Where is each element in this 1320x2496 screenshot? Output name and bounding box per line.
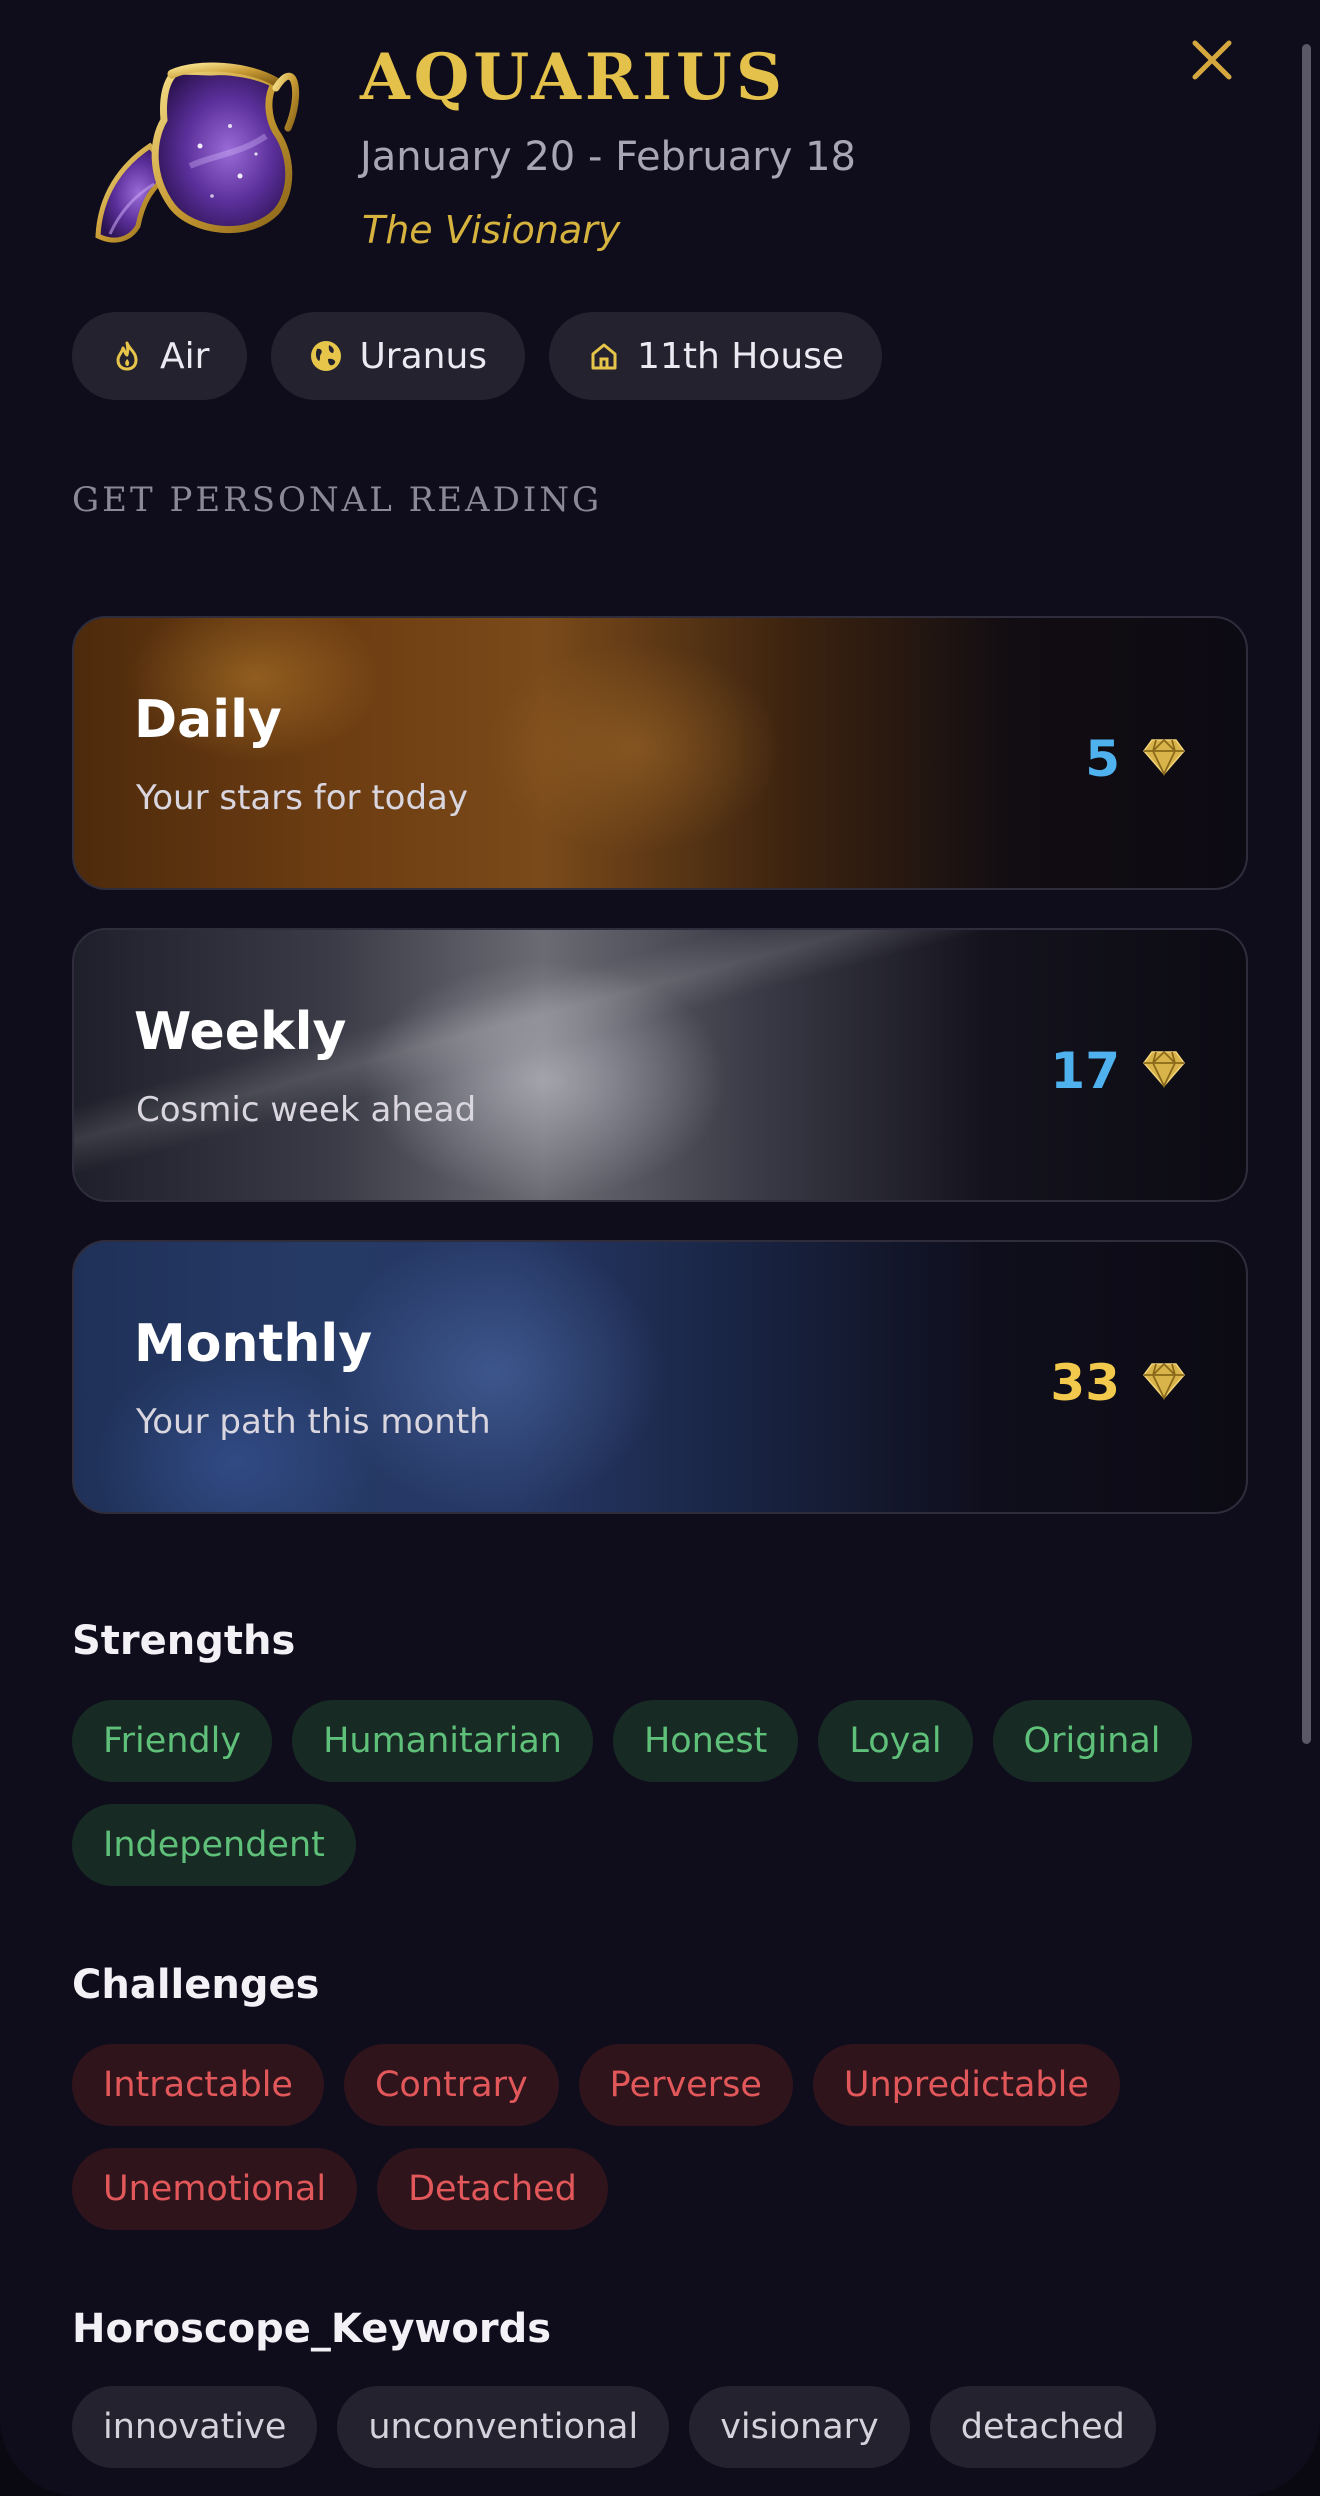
house-label: 11th House xyxy=(637,335,845,377)
gem-icon xyxy=(1142,1361,1186,1405)
strengths-title: Strengths xyxy=(72,1618,296,1664)
keyword-tag: innovative xyxy=(72,2386,318,2468)
gem-icon xyxy=(1142,737,1186,781)
price-value: 5 xyxy=(1085,730,1120,788)
weekly-reading-card[interactable]: Weekly Cosmic week ahead 17 xyxy=(72,928,1248,1202)
challenge-tag: Contrary xyxy=(343,2044,559,2126)
challenge-tag: Perverse xyxy=(578,2044,793,2126)
keywords-list: innovative unconventional visionary deta… xyxy=(72,2386,1252,2468)
challenges-title: Challenges xyxy=(72,1962,320,2008)
house-icon xyxy=(587,339,621,373)
strength-tag: Loyal xyxy=(818,1700,973,1782)
strength-tag: Humanitarian xyxy=(292,1700,593,1782)
house-chip: 11th House xyxy=(549,312,883,400)
planet-label: Uranus xyxy=(359,335,488,377)
challenges-list: Intractable Contrary Perverse Unpredicta… xyxy=(72,2044,1252,2230)
keyword-tag: detached xyxy=(929,2386,1156,2468)
card-subtitle: Cosmic week ahead xyxy=(136,1090,477,1130)
keywords-title: Horoscope_Keywords xyxy=(72,2306,552,2352)
challenge-tag: Detached xyxy=(377,2148,608,2230)
close-icon[interactable] xyxy=(1186,34,1238,86)
card-title: Weekly xyxy=(134,1002,347,1062)
monthly-reading-card[interactable]: Monthly Your path this month 33 xyxy=(72,1240,1248,1514)
price-value: 17 xyxy=(1050,1042,1120,1100)
reading-heading: GET PERSONAL READING xyxy=(72,480,603,520)
card-price: 33 xyxy=(1050,1354,1186,1412)
water-jar-icon xyxy=(80,36,310,256)
attribute-chips: Air Uranus 11th House xyxy=(72,312,883,400)
card-title: Monthly xyxy=(134,1314,373,1374)
strength-tag: Honest xyxy=(612,1700,799,1782)
keyword-tag: visionary xyxy=(689,2386,910,2468)
strengths-list: Friendly Humanitarian Honest Loyal Origi… xyxy=(72,1700,1252,1886)
challenge-tag: Unpredictable xyxy=(812,2044,1120,2126)
flame-icon xyxy=(110,339,144,373)
element-chip: Air xyxy=(72,312,248,400)
strength-tag: Friendly xyxy=(72,1700,273,1782)
card-subtitle: Your stars for today xyxy=(136,778,468,818)
strength-tag: Independent xyxy=(72,1804,356,1886)
card-subtitle: Your path this month xyxy=(136,1402,491,1442)
daily-reading-card[interactable]: Daily Your stars for today 5 xyxy=(72,616,1248,890)
sign-tagline: The Visionary xyxy=(362,208,621,252)
globe-icon xyxy=(309,339,343,373)
challenge-tag: Intractable xyxy=(72,2044,324,2126)
card-price: 5 xyxy=(1085,730,1186,788)
card-price: 17 xyxy=(1050,1042,1186,1100)
sign-detail-sheet: AQUARIUS January 20 - February 18 The Vi… xyxy=(0,0,1320,2496)
price-value: 33 xyxy=(1050,1354,1120,1412)
sign-name: AQUARIUS xyxy=(360,40,787,115)
sign-dates: January 20 - February 18 xyxy=(360,134,856,180)
planet-chip: Uranus xyxy=(271,312,526,400)
scrollbar[interactable] xyxy=(1302,44,1311,1744)
element-label: Air xyxy=(160,335,210,377)
keyword-tag: unconventional xyxy=(337,2386,670,2468)
gem-icon xyxy=(1142,1049,1186,1093)
challenge-tag: Unemotional xyxy=(72,2148,358,2230)
strength-tag: Original xyxy=(992,1700,1192,1782)
card-title: Daily xyxy=(134,690,282,750)
